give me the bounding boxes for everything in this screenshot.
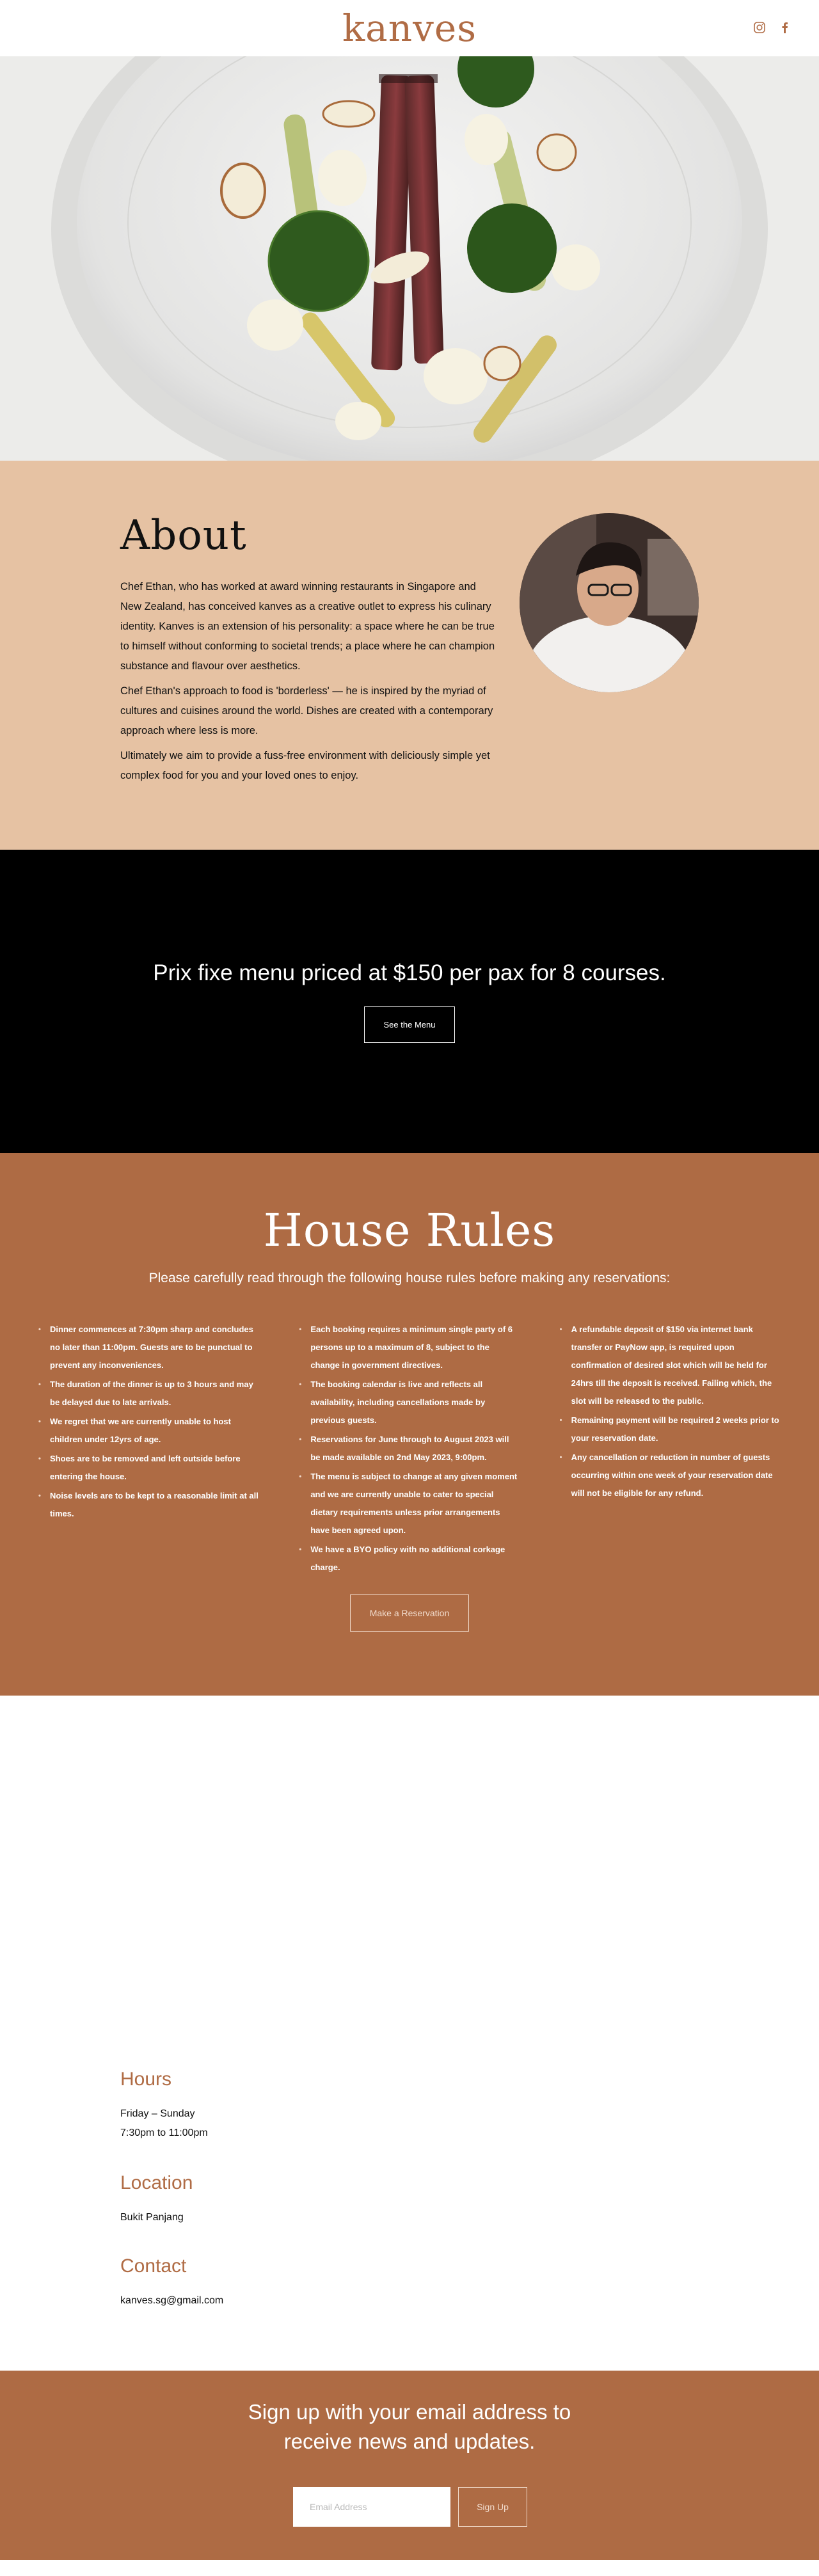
about-content: About Chef Ethan, who has worked at awar…	[120, 512, 498, 791]
about-paragraph: Chef Ethan's approach to food is 'border…	[120, 685, 493, 736]
house-rules-columns: Dinner commences at 7:30pm sharp and con…	[38, 1321, 781, 1578]
rule-item: Any cancellation or reduction in number …	[560, 1449, 781, 1502]
site-logo[interactable]: kanves	[342, 6, 477, 50]
rules-column-1: Dinner commences at 7:30pm sharp and con…	[38, 1321, 259, 1578]
newsletter-form: Sign Up	[293, 2487, 527, 2527]
menu-headline: Prix fixe menu priced at $150 per pax fo…	[153, 960, 666, 985]
rule-item: Dinner commences at 7:30pm sharp and con…	[38, 1321, 259, 1374]
newsletter-heading-line1: Sign up with your email address to	[248, 2400, 571, 2424]
location-title: Location	[120, 2172, 193, 2193]
about-paragraph: Chef Ethan, who has worked at award winn…	[120, 581, 495, 672]
house-rules-title: House Rules	[263, 1204, 556, 1257]
rule-item: We regret that we are currently unable t…	[38, 1413, 259, 1449]
about-section: About Chef Ethan, who has worked at awar…	[0, 461, 819, 850]
info-section: Hours Friday – Sunday 7:30pm to 11:00pm …	[0, 2063, 819, 2371]
contact-title: Contact	[120, 2255, 187, 2277]
hero-image	[0, 56, 819, 461]
site-header: kanves	[0, 0, 819, 56]
newsletter-heading: Sign up with your email address to recei…	[0, 2371, 819, 2456]
rule-item: Remaining payment will be required 2 wee…	[560, 1411, 781, 1447]
rules-column-3: A refundable deposit of $150 via interne…	[560, 1321, 781, 1578]
hours-time: 7:30pm to 11:00pm	[120, 2127, 208, 2138]
facebook-icon[interactable]	[778, 20, 792, 35]
about-title: About	[120, 512, 247, 559]
house-rules-intro: Please carefully read through the follow…	[148, 1271, 671, 1285]
hours-title: Hours	[120, 2069, 172, 2090]
newsletter-section: Sign up with your email address to recei…	[0, 2371, 819, 2560]
menu-section: Prix fixe menu priced at $150 per pax fo…	[0, 850, 819, 1153]
location-block: Location Bukit Panjang	[120, 2172, 193, 2227]
blank-section	[0, 1696, 819, 2063]
hours-block: Hours Friday – Sunday 7:30pm to 11:00pm	[120, 2069, 208, 2143]
house-rules-section: House Rules Please carefully read throug…	[0, 1153, 819, 1696]
social-links	[752, 20, 792, 35]
contact-block: Contact kanves.sg@gmail.com	[120, 2255, 223, 2310]
location-text: Bukit Panjang	[120, 2212, 184, 2223]
rule-item: Each booking requires a minimum single p…	[299, 1321, 520, 1374]
rule-item: We have a BYO policy with no additional …	[299, 1541, 520, 1577]
rule-item: Shoes are to be removed and left outside…	[38, 1450, 259, 1486]
sign-up-button[interactable]: Sign Up	[458, 2487, 527, 2527]
newsletter-heading-line2: receive news and updates.	[283, 2429, 536, 2453]
rule-item: The menu is subject to change at any giv…	[299, 1468, 520, 1539]
make-reservation-button[interactable]: Make a Reservation	[350, 1594, 469, 1632]
see-menu-button[interactable]: See the Menu	[363, 1006, 456, 1043]
rules-column-2: Each booking requires a minimum single p…	[299, 1321, 520, 1578]
hours-days: Friday – Sunday	[120, 2108, 195, 2119]
chef-portrait	[520, 513, 699, 692]
rule-item: Noise levels are to be kept to a reasona…	[38, 1487, 259, 1523]
rule-item: Reservations for June through to August …	[299, 1431, 520, 1467]
rule-item: A refundable deposit of $150 via interne…	[560, 1321, 781, 1410]
rule-item: The booking calendar is live and reflect…	[299, 1376, 520, 1429]
instagram-icon[interactable]	[752, 20, 767, 35]
email-field[interactable]	[293, 2487, 450, 2527]
plated-dish-illustration	[0, 56, 819, 461]
contact-email[interactable]: kanves.sg@gmail.com	[120, 2291, 223, 2310]
rule-item: The duration of the dinner is up to 3 ho…	[38, 1376, 259, 1411]
about-paragraph: Ultimately we aim to provide a fuss-free…	[120, 750, 490, 781]
